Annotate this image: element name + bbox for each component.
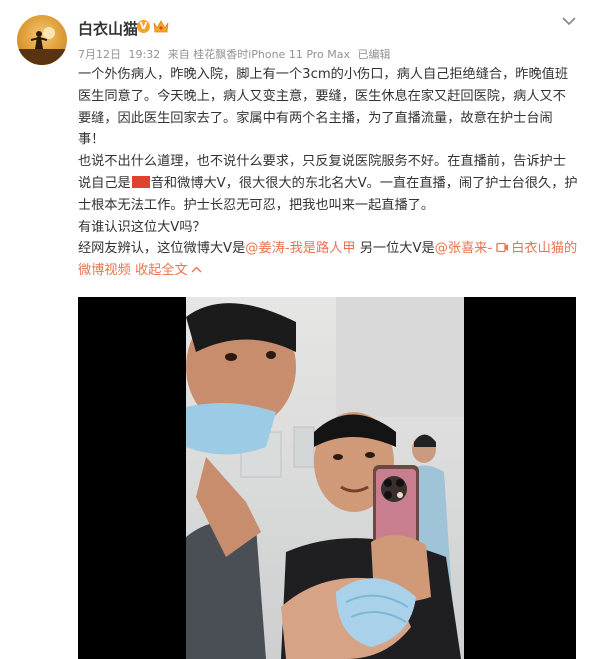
post-text: 另一位大V是 bbox=[355, 241, 435, 257]
post-paragraph: 有谁认识这位大V吗？ bbox=[78, 219, 206, 235]
post-meta: 7月12日 19:32 来自 桂花飘香时iPhone 11 Pro Max 已编… bbox=[78, 46, 395, 62]
chevron-up-icon bbox=[191, 266, 202, 273]
crown-badge-icon bbox=[153, 20, 169, 33]
post-paragraph: 也说不出什么道理，也不说什么要求，只反复说医院服务不好。在直播前，告诉护士说自己… bbox=[78, 151, 578, 216]
mention-link[interactable]: @张喜来- bbox=[435, 241, 493, 256]
post-text: 经网友辨认，这位微博大V是 bbox=[78, 241, 246, 257]
redaction-mark bbox=[131, 175, 150, 188]
mention-link[interactable]: @姜涛-我是路人甲 bbox=[245, 241, 355, 256]
username[interactable]: 白衣山猫 bbox=[78, 18, 138, 39]
post-body: 一个外伤病人，昨晚入院，脚上有一个3cm的小伤口，病人自己拒绝缝合，昨晚值班医生… bbox=[78, 64, 578, 282]
post-text: 音和微博大V，很大很大的东北名大V。一直在直播，闹了护士台很久，护士根本无法工作… bbox=[78, 175, 578, 213]
post-paragraph: 一个外伤病人，昨晚入院，脚上有一个3cm的小伤口，病人自己拒绝缝合，昨晚值班医生… bbox=[78, 67, 569, 148]
avatar[interactable] bbox=[17, 15, 67, 65]
post-time[interactable]: 19:32 bbox=[129, 48, 161, 61]
edited-label[interactable]: 已编辑 bbox=[358, 48, 391, 61]
video-player[interactable] bbox=[78, 297, 576, 659]
post-date[interactable]: 7月12日 bbox=[78, 48, 121, 61]
post-source: 来自 桂花飘香时iPhone 11 Pro Max bbox=[167, 48, 351, 61]
collapse-label: 收起全文 bbox=[134, 263, 188, 279]
video-link-icon bbox=[496, 243, 509, 253]
video-frame bbox=[186, 297, 464, 659]
chevron-down-icon[interactable] bbox=[562, 16, 576, 26]
verified-badge: V bbox=[137, 20, 150, 33]
collapse-text-button[interactable]: 收起全文 bbox=[135, 263, 202, 278]
avatar-image bbox=[17, 27, 67, 65]
post-paragraph: 经网友辨认，这位微博大V是@姜涛-我是路人甲 另一位大V是@张喜来- 白衣山猫的微… bbox=[78, 238, 578, 282]
